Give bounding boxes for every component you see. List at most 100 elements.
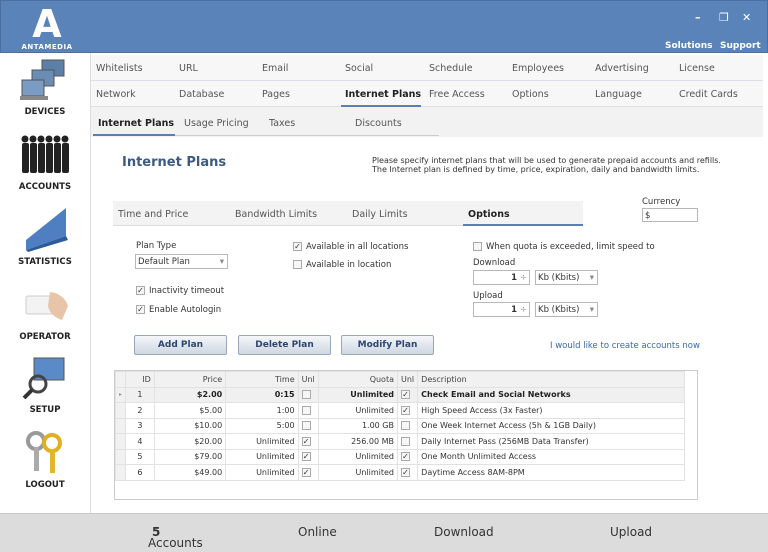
nav-network[interactable]: Network	[96, 89, 136, 100]
cell-quota-unl-checkbox[interactable]: ✓	[396, 402, 419, 419]
sidebar-item-statistics[interactable]: STATISTICS	[0, 205, 90, 267]
currency-label: Currency	[642, 197, 681, 207]
sidebar-label: ACCOUNTS	[18, 182, 72, 192]
cell-time-unl-checkbox[interactable]: ✓	[297, 433, 319, 450]
table-row[interactable]: 2 $5.00 1:00 Unlimited ✓ High Speed Access (3…	[114, 402, 685, 419]
operator-icon	[18, 280, 72, 328]
cell-price: $2.00	[153, 386, 227, 403]
close-icon[interactable]: ✕	[742, 11, 751, 24]
currency-input[interactable]: $	[642, 208, 698, 222]
table-row[interactable]: ▸ 1 $2.00 0:15 Unlimited ✓ Check Email and Soc…	[114, 386, 685, 403]
cell-quota-unl-checkbox[interactable]: ✓	[396, 448, 419, 465]
option-tab-options[interactable]: Options	[468, 209, 510, 220]
sidebar-item-operator[interactable]: OPERATOR	[0, 280, 90, 342]
sidebar-item-logout[interactable]: LOGOUT	[0, 428, 90, 490]
cell-quota-unl-checkbox[interactable]	[396, 433, 419, 450]
column-header[interactable]: Time	[225, 371, 299, 388]
cell-time-unl-checkbox[interactable]	[297, 417, 319, 434]
sidebar-label: DEVICES	[24, 107, 66, 117]
table-row[interactable]: 6 $49.00 Unlimited ✓ Unlimited ✓ Daytime Acces…	[114, 464, 685, 481]
all-locations-checkbox[interactable]: ✓ Available in all locations	[293, 242, 408, 252]
create-accounts-link[interactable]: I would like to create accounts now	[550, 341, 700, 351]
cell-quota-unl-checkbox[interactable]	[396, 417, 419, 434]
cell-quota-unl-checkbox[interactable]: ✓	[396, 386, 419, 403]
cell-quota: Unlimited	[317, 386, 399, 403]
solutions-link[interactable]: Solutions	[665, 41, 713, 51]
cell-id: 4	[125, 433, 155, 450]
nav-url[interactable]: URL	[179, 63, 198, 74]
sidebar-label: LOGOUT	[25, 480, 65, 490]
nav-row-1: Whitelists URL Email Social Schedule Employee…	[91, 55, 763, 81]
nav-database[interactable]: Database	[179, 89, 224, 100]
upload-unit-select[interactable]: Kb (Kbits) ▾	[535, 302, 598, 317]
cell-time: Unlimited	[225, 433, 299, 450]
cell-time: 0:15	[225, 386, 299, 403]
limit-speed-checkbox[interactable]: When quota is exceeded, limit speed to	[473, 242, 655, 252]
support-link[interactable]: Support	[720, 41, 761, 51]
cell-time-unl-checkbox[interactable]	[297, 386, 319, 403]
nav-credit-cards[interactable]: Credit Cards	[679, 89, 738, 100]
cell-price: $5.00	[153, 402, 227, 419]
nav-employees[interactable]: Employees	[512, 63, 564, 74]
sidebar-label: OPERATOR	[19, 332, 71, 342]
column-header[interactable]: Quota	[317, 371, 399, 388]
subtab-usage-pricing[interactable]: Usage Pricing	[184, 118, 249, 129]
row-indicator: ▸	[114, 386, 127, 403]
column-header[interactable]: ID	[125, 371, 155, 388]
option-tab-daily-limits[interactable]: Daily Limits	[352, 209, 408, 220]
minimize-icon[interactable]: –	[695, 11, 701, 24]
column-header[interactable]: Unl	[297, 371, 319, 388]
nav-social[interactable]: Social	[345, 63, 373, 74]
nav-email[interactable]: Email	[262, 63, 288, 74]
cell-desc: Daytime Access 8AM-8PM	[417, 464, 685, 481]
option-tab-time-and-price[interactable]: Time and Price	[118, 209, 188, 220]
cell-time-unl-checkbox[interactable]: ✓	[297, 448, 319, 465]
statistics-icon	[18, 205, 72, 253]
inactivity-timeout-checkbox[interactable]: ✓ Inactivity timeout	[136, 286, 224, 296]
nav-license[interactable]: License	[679, 63, 715, 74]
in-location-checkbox[interactable]: Available in location	[293, 260, 391, 270]
sidebar-item-setup[interactable]: SETUP	[0, 353, 90, 415]
download-stepper[interactable]: 1 ÷	[473, 270, 530, 285]
nav-schedule[interactable]: Schedule	[429, 63, 473, 74]
cell-quota-unl-checkbox[interactable]: ✓	[396, 464, 419, 481]
title-bar: A ANTAMEDIA – ❐ ✕ Solutions Support	[0, 0, 768, 53]
subtab-discounts[interactable]: Discounts	[355, 118, 402, 129]
column-header[interactable]: Unl	[396, 371, 419, 388]
logout-icon	[18, 428, 72, 476]
table-row[interactable]: 4 $20.00 Unlimited ✓ 256.00 MB Daily Internet…	[114, 433, 685, 450]
sidebar-label: SETUP	[29, 405, 61, 415]
sidebar-label: STATISTICS	[18, 257, 72, 267]
nav-language[interactable]: Language	[595, 89, 642, 100]
cell-id: 5	[125, 448, 155, 465]
column-header[interactable]: Description	[417, 371, 685, 388]
cell-time-unl-checkbox[interactable]: ✓	[297, 464, 319, 481]
add-plan-button[interactable]: Add Plan	[134, 335, 227, 355]
plan-type-select[interactable]: Default Plan ▾	[135, 254, 228, 269]
upload-stepper[interactable]: 1 ÷	[473, 302, 530, 317]
column-header[interactable]: Price	[153, 371, 227, 388]
nav-pages[interactable]: Pages	[262, 89, 290, 100]
cell-id: 6	[125, 464, 155, 481]
cell-id: 2	[125, 402, 155, 419]
option-tab-bandwidth-limits[interactable]: Bandwidth Limits	[235, 209, 317, 220]
subtab-taxes[interactable]: Taxes	[269, 118, 295, 129]
restore-icon[interactable]: ❐	[719, 11, 729, 24]
table-row[interactable]: 5 $79.00 Unlimited ✓ Unlimited ✓ One Month Unl…	[114, 448, 685, 465]
nav-internet-plans[interactable]: Internet Plans	[345, 89, 421, 100]
cell-desc: One Week Internet Access (5h & 1GB Daily…	[417, 417, 685, 434]
nav-whitelists[interactable]: Whitelists	[96, 63, 143, 74]
subtab-internet-plans[interactable]: Internet Plans	[98, 118, 174, 129]
sidebar-item-accounts[interactable]: ACCOUNTS	[0, 130, 90, 192]
download-unit-select[interactable]: Kb (Kbits) ▾	[535, 270, 598, 285]
nav-options[interactable]: Options	[512, 89, 549, 100]
table-row[interactable]: 3 $10.00 5:00 1.00 GB One Week Internet Acce…	[114, 417, 685, 434]
modify-plan-button[interactable]: Modify Plan	[341, 335, 434, 355]
delete-plan-button[interactable]: Delete Plan	[238, 335, 331, 355]
enable-autologin-checkbox[interactable]: ✓ Enable Autologin	[136, 305, 221, 315]
cell-time-unl-checkbox[interactable]	[297, 402, 319, 419]
nav-free-access[interactable]: Free Access	[429, 89, 485, 100]
nav-advertising[interactable]: Advertising	[595, 63, 649, 74]
divider	[175, 135, 439, 136]
sidebar-item-devices[interactable]: DEVICES	[0, 55, 90, 117]
